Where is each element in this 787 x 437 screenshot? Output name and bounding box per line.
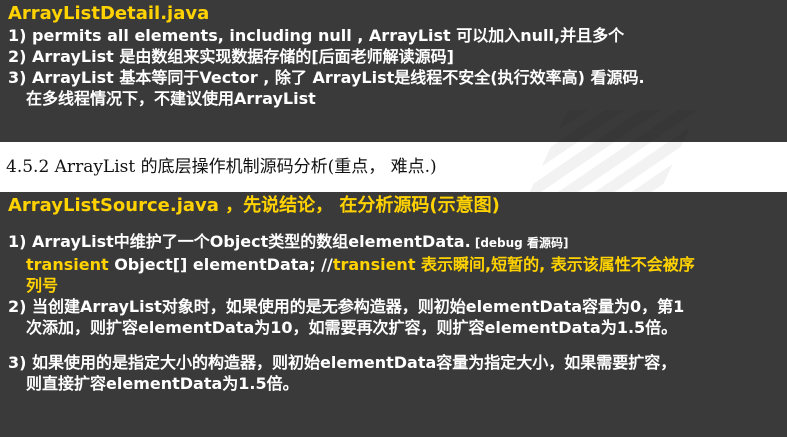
source-item-1: 1) ArrayList中维护了一个Object类型的数组elementData…	[8, 231, 781, 254]
source-item-2-line-1: 2) 当创建ArrayList对象时，如果使用的是无参构造器，则初始elemen…	[8, 297, 685, 316]
detail-line-4: 在多线程情况下，不建议使用ArrayList	[26, 89, 316, 108]
detail-line-1: 1) permits all elements, including null …	[8, 26, 625, 45]
item-text: 1) ArrayList中维护了一个Object类型的数组elementData…	[8, 232, 471, 251]
code-text: Object[] elementData; //	[108, 255, 333, 274]
source-item-3-line-2: 则直接扩容elementData为1.5倍。	[26, 374, 299, 393]
panel-title: ArrayListSource.java ，先说结论， 在分析源码(示意图)	[8, 195, 500, 216]
detail-line-3: 3) ArrayList 基本等同于Vector , 除了 ArrayList是…	[8, 68, 645, 87]
debug-note: [debug 看源码]	[470, 236, 569, 250]
code-comment: transient 表示瞬间,短暂的, 表示该属性不会被序	[332, 255, 695, 274]
arraylist-detail-panel: ArrayListDetail.java 1) permits all elem…	[0, 0, 787, 142]
source-item-2-line-2: 次添加，则扩容elementData为10，如需要再次扩容，则扩容element…	[26, 318, 678, 337]
source-item-3-line-1: 3) 如果使用的是指定大小的构造器，则初始elementData容量为指定大小，…	[8, 353, 677, 372]
source-item-1-comment-cont: 列号	[26, 276, 59, 295]
detail-line-2: 2) ArrayList 是由数组来实现数据存储的[后面老师解读源码]	[8, 47, 454, 66]
section-heading: 4.5.2 ArrayList 的底层操作机制源码分析(重点， 难点.)	[6, 157, 437, 177]
source-item-1-code: transient Object[] elementData; //transi…	[8, 254, 781, 275]
arraylist-source-panel: ArrayListSource.java ，先说结论， 在分析源码(示意图) 1…	[0, 192, 787, 437]
keyword-transient: transient	[26, 255, 109, 274]
panel-title: ArrayListDetail.java	[8, 3, 210, 24]
